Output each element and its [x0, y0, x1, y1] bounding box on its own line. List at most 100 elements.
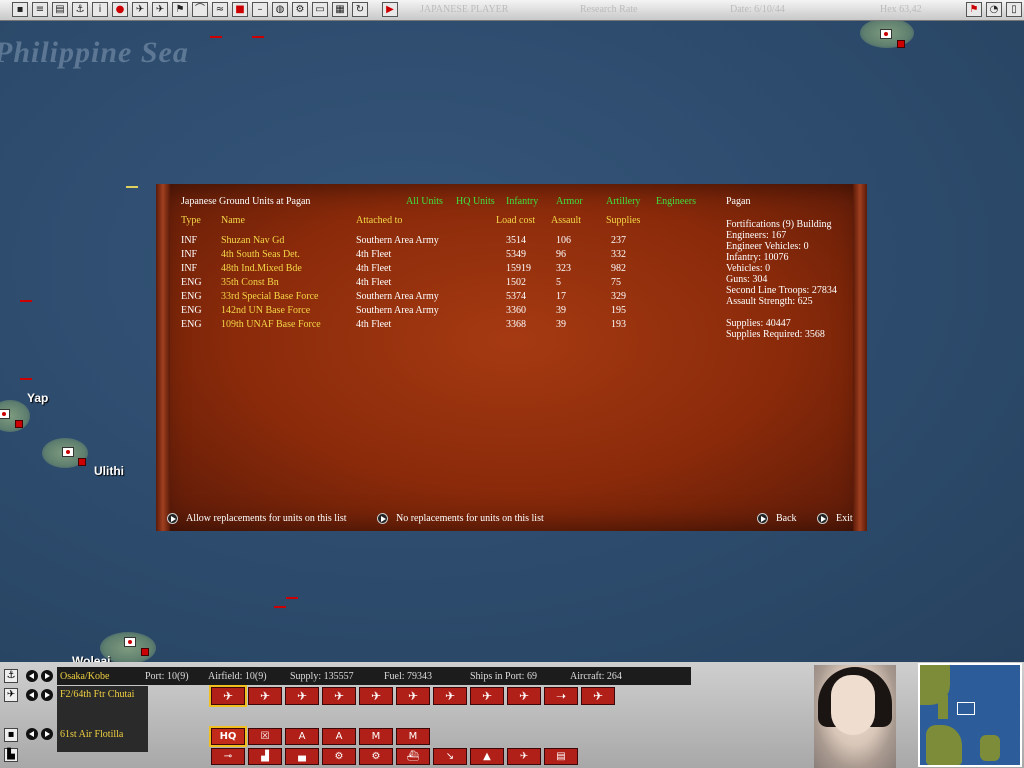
aircraft-alt-icon[interactable]: ✈ — [152, 2, 168, 17]
unit-marker-icon[interactable] — [15, 420, 23, 428]
air-unit-name[interactable]: F2/64th Ftr Chutai — [60, 689, 134, 700]
unit-cmd-button[interactable]: ▤ — [544, 748, 578, 765]
aircraft-slot-button[interactable]: ✈ — [507, 687, 541, 705]
hq-button[interactable]: HQ — [209, 726, 247, 747]
end-turn-icon[interactable]: ▶ — [382, 2, 398, 17]
hq-unit-name[interactable]: 61st Air Flotilla — [60, 729, 123, 740]
minimap[interactable] — [918, 663, 1022, 767]
exit-arrow-icon[interactable] — [817, 513, 828, 524]
filter-infantry[interactable]: Infantry — [506, 196, 538, 207]
prev-hq-arrow-icon[interactable] — [26, 728, 38, 740]
tank-icon[interactable]: ▭ — [312, 2, 328, 17]
aircraft-slot-button[interactable]: ✈ — [248, 687, 282, 705]
unit-cmd-button[interactable]: ↘ — [433, 748, 467, 765]
table-row[interactable]: ENG 109th UNAF Base Force 4th Fleet 3368 39 1… — [0, 319, 626, 333]
cell-name[interactable]: 33rd Special Base Force — [221, 291, 318, 302]
motorized-alt-button[interactable]: M — [396, 728, 430, 745]
save-icon[interactable]: ▪ — [12, 2, 28, 17]
no-replacements-arrow-icon[interactable] — [377, 513, 388, 524]
allow-replacements-arrow-icon[interactable] — [167, 513, 178, 524]
unit-cmd-button[interactable]: ⚙ — [359, 748, 393, 765]
cell-name[interactable]: 109th UNAF Base Force — [221, 319, 321, 330]
cancel-order-button[interactable]: ☒ — [248, 728, 282, 745]
aircraft-slot-button[interactable]: ➝ — [544, 687, 578, 705]
aircraft-icon[interactable]: ✈ — [132, 2, 148, 17]
ground-flag-icon[interactable]: ⚑ — [172, 2, 188, 17]
unit-cmd-button[interactable]: ⊸ — [211, 748, 245, 765]
sub-icon[interactable]: ⌒ — [192, 2, 208, 17]
clock-icon[interactable]: ◔ — [986, 2, 1002, 17]
blank-icon[interactable]: – — [252, 2, 268, 17]
table-row[interactable]: INF Shuzan Nav Gd Southern Area Army 3514 10… — [0, 235, 626, 249]
col-header-attached[interactable]: Attached to — [356, 215, 402, 226]
base-flag-icon[interactable] — [62, 447, 74, 457]
no-replacements-button[interactable]: No replacements for units on this list — [396, 513, 544, 524]
flag-icon[interactable]: ● — [112, 2, 128, 17]
minimap-viewport[interactable] — [957, 702, 975, 715]
ship-marker-icon[interactable] — [210, 32, 222, 38]
ships-icon[interactable]: ⚓ — [72, 2, 88, 17]
table-row[interactable]: ENG 33rd Special Base Force Southern Area … — [0, 291, 626, 305]
unit-cmd-button[interactable]: ⛴ — [396, 748, 430, 765]
base-name[interactable]: Osaka/Kobe — [60, 671, 109, 682]
filter-armor[interactable]: Armor — [556, 196, 583, 207]
col-header-name[interactable]: Name — [221, 215, 245, 226]
unit-marker-icon[interactable] — [78, 458, 86, 466]
aircraft-slot-button[interactable]: ✈ — [322, 687, 356, 705]
factory-icon[interactable]: ▙ — [4, 748, 18, 762]
table-row[interactable]: ENG 35th Const Bn 4th Fleet 1502 5 75 — [0, 277, 621, 291]
scroll-icon[interactable]: ▯ — [1006, 2, 1022, 17]
report-icon[interactable]: ▤ — [52, 2, 68, 17]
base-flag-icon[interactable] — [0, 409, 10, 419]
filter-all-units[interactable]: All Units — [406, 196, 443, 207]
anchor-icon[interactable]: ⚓ — [4, 669, 18, 683]
list-icon[interactable]: ≡ — [32, 2, 48, 17]
table-row[interactable]: INF 4th South Seas Det. 4th Fleet 5349 96 332 — [0, 249, 626, 263]
aircraft-slot-button[interactable]: ✈ — [396, 687, 430, 705]
ship-marker-icon[interactable] — [126, 182, 138, 188]
info-icon[interactable]: i — [92, 2, 108, 17]
unit-cmd-button[interactable]: ⚙ — [322, 748, 356, 765]
refresh-icon[interactable]: ↻ — [352, 2, 368, 17]
air-unit-icon[interactable]: ✈ — [4, 688, 18, 702]
col-header-load[interactable]: Load cost — [496, 215, 535, 226]
ship-marker-icon[interactable] — [20, 374, 32, 380]
exit-button[interactable]: Exit — [836, 513, 853, 524]
aircraft-slot-button[interactable]: ✈ — [285, 687, 319, 705]
globe-icon[interactable]: ◍ — [272, 2, 288, 17]
unit-cmd-button[interactable]: ▄ — [285, 748, 319, 765]
ship-marker-icon[interactable] — [274, 602, 286, 608]
filter-engineers[interactable]: Engineers — [656, 196, 696, 207]
base-flag-icon[interactable] — [880, 29, 892, 39]
col-header-type[interactable]: Type — [181, 215, 201, 226]
unit-cmd-button[interactable]: ✈ — [507, 748, 541, 765]
cell-name[interactable]: 4th South Seas Det. — [221, 249, 300, 260]
unit-marker-icon[interactable] — [141, 648, 149, 656]
armor-button[interactable]: A — [285, 728, 319, 745]
gear-icon[interactable]: ⚙ — [292, 2, 308, 17]
unit-cmd-button[interactable]: ▲ — [470, 748, 504, 765]
next-air-unit-arrow-icon[interactable] — [41, 689, 53, 701]
film-icon[interactable]: ▦ — [332, 2, 348, 17]
col-header-supplies[interactable]: Supplies — [606, 215, 640, 226]
flag-settings-icon[interactable]: ⚑ — [966, 2, 982, 17]
cell-name[interactable]: Shuzan Nav Gd — [221, 235, 284, 246]
table-row[interactable]: INF 48th Ind.Mixed Bde 4th Fleet 15919 323 98… — [0, 263, 626, 277]
next-hq-arrow-icon[interactable] — [41, 728, 53, 740]
artillery-button[interactable]: A — [322, 728, 356, 745]
units-icon[interactable]: ■ — [232, 2, 248, 17]
col-header-assault[interactable]: Assault — [551, 215, 581, 226]
unit-cmd-button[interactable]: ▟ — [248, 748, 282, 765]
prev-air-unit-arrow-icon[interactable] — [26, 689, 38, 701]
next-base-arrow-icon[interactable] — [41, 670, 53, 682]
ship-marker-icon[interactable] — [252, 32, 264, 38]
aircraft-slot-button[interactable]: ✈ — [359, 687, 393, 705]
table-row[interactable]: ENG 142nd UN Base Force Southern Area Army… — [0, 305, 626, 319]
motorized-button[interactable]: M — [359, 728, 393, 745]
prev-base-arrow-icon[interactable] — [26, 670, 38, 682]
back-arrow-icon[interactable] — [757, 513, 768, 524]
base-flag-icon[interactable] — [124, 637, 136, 647]
back-button[interactable]: Back — [776, 513, 797, 524]
cell-name[interactable]: 35th Const Bn — [221, 277, 279, 288]
filter-artillery[interactable]: Artillery — [606, 196, 640, 207]
